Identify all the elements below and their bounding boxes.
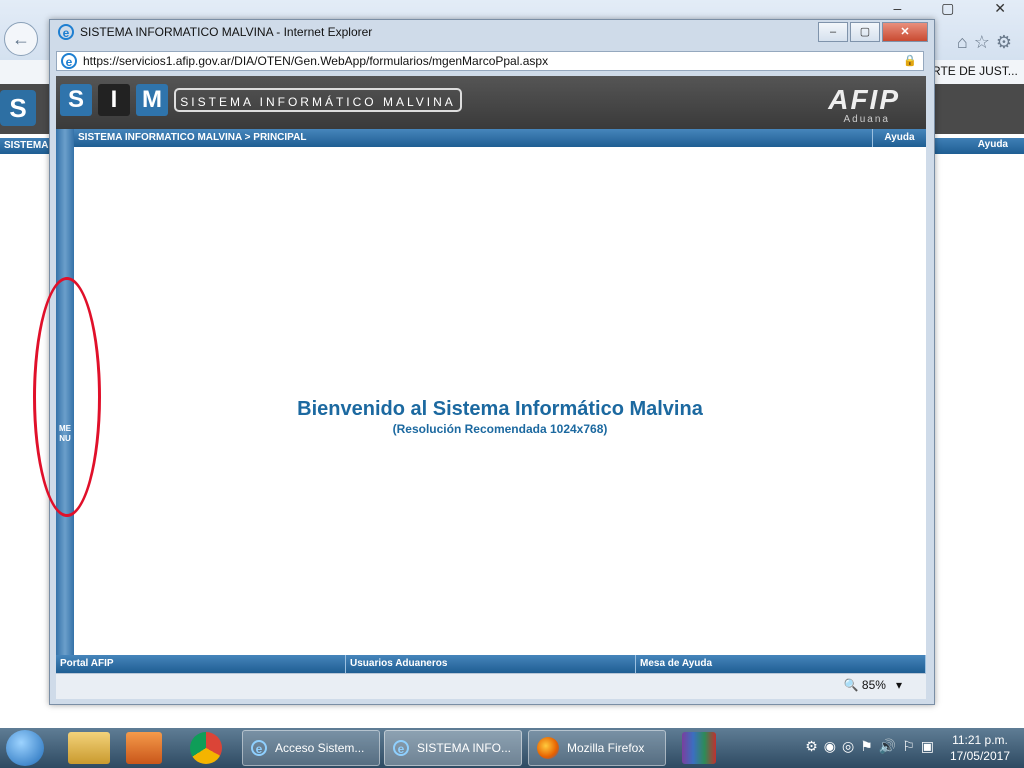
background-breadcrumb: SISTEMA I <box>4 140 54 151</box>
internet-explorer-icon: e <box>58 24 74 40</box>
taskbar: e Acceso Sistem... e SISTEMA INFO... Moz… <box>0 728 1024 768</box>
afip-logo: AFIP <box>828 84 900 115</box>
lock-icon[interactable]: 🔒 <box>903 54 917 67</box>
winrar-icon[interactable] <box>682 732 716 764</box>
footer-links-bar: Portal AFIP Usuarios Aduaneros Mesa de A… <box>56 655 926 673</box>
address-bar[interactable]: e https://servicios1.afip.gov.ar/DIA/OTE… <box>56 51 924 71</box>
logo-s: S <box>60 84 92 116</box>
popup-window: e SISTEMA INFORMATICO MALVINA - Internet… <box>49 19 935 705</box>
footer-link-usuarios-aduaneros[interactable]: Usuarios Aduaneros <box>346 655 636 673</box>
task-label: Acceso Sistem... <box>275 741 365 755</box>
minimize-button[interactable]: – <box>818 22 848 42</box>
file-explorer-icon[interactable] <box>68 732 110 764</box>
taskbar-ie-task-2[interactable]: e SISTEMA INFO... <box>384 730 522 766</box>
favorites-item[interactable]: RTE DE JUST... <box>932 64 1018 78</box>
task-label: SISTEMA INFO... <box>417 741 512 755</box>
taskbar-firefox-task[interactable]: Mozilla Firefox <box>528 730 666 766</box>
aduana-subtitle: Aduana <box>843 114 890 125</box>
red-highlight-circle <box>33 277 101 517</box>
background-sim-logo: S <box>0 90 36 126</box>
background-help-link[interactable]: Ayuda <box>978 139 1008 150</box>
sim-header: S I M SISTEMA INFORMÁTICO MALVINA AFIP A… <box>56 76 926 129</box>
window-title: SISTEMA INFORMATICO MALVINA - Internet E… <box>80 25 373 39</box>
home-star-gear-icons[interactable]: ⌂☆⚙ <box>957 32 1018 53</box>
media-player-icon[interactable] <box>126 732 162 764</box>
footer-link-mesa-de-ayuda[interactable]: Mesa de Ayuda <box>636 655 926 673</box>
help-link[interactable]: Ayuda <box>872 129 926 147</box>
address-url[interactable]: https://servicios1.afip.gov.ar/DIA/OTEN/… <box>83 54 548 68</box>
zoom-icon: 🔍 <box>843 678 859 692</box>
system-tray-icons[interactable]: ⚙◉◎⚑🔊⚐▣ <box>805 738 940 755</box>
logo-m: M <box>136 84 168 116</box>
clock-date: 17/05/2017 <box>949 749 1010 763</box>
close-button[interactable]: ✕ <box>882 22 928 42</box>
internet-explorer-icon: e <box>393 740 409 756</box>
welcome-heading: Bienvenido al Sistema Informático Malvin… <box>297 398 703 420</box>
clock[interactable]: 11:21 p.m. 17/05/2017 <box>950 732 1010 764</box>
maximize-button[interactable]: ▢ <box>850 22 880 42</box>
clock-time: 11:21 p.m. <box>952 733 1008 747</box>
window-title-bar: e SISTEMA INFORMATICO MALVINA - Internet… <box>58 24 372 40</box>
zoom-level[interactable]: 85% <box>862 678 886 692</box>
zoom-control[interactable]: 🔍 85% ▾ <box>844 678 902 692</box>
page-icon: e <box>61 53 77 69</box>
page-content: S I M SISTEMA INFORMÁTICO MALVINA AFIP A… <box>56 76 926 699</box>
start-button[interactable] <box>6 730 44 766</box>
footer-link-portal-afip[interactable]: Portal AFIP <box>56 655 346 673</box>
chevron-down-icon[interactable]: ▾ <box>889 678 902 692</box>
background-window-controls[interactable]: – ▢ ✕ <box>893 0 1024 17</box>
resolution-note: (Resolución Recomendada 1024x768) <box>392 422 608 436</box>
internet-explorer-icon: e <box>251 740 267 756</box>
logo-i: I <box>98 84 130 116</box>
status-bar: 🔍 85% ▾ <box>56 673 926 699</box>
task-label: Mozilla Firefox <box>567 741 645 755</box>
chrome-icon[interactable] <box>190 732 222 764</box>
back-arrow-icon[interactable]: ← <box>4 22 38 56</box>
firefox-icon <box>537 737 559 759</box>
breadcrumb: SISTEMA INFORMATICO MALVINA > PRINCIPAL <box>78 132 307 143</box>
taskbar-ie-task-1[interactable]: e Acceso Sistem... <box>242 730 380 766</box>
system-title: SISTEMA INFORMÁTICO MALVINA <box>174 88 462 112</box>
window-controls: – ▢ ✕ <box>818 22 928 42</box>
